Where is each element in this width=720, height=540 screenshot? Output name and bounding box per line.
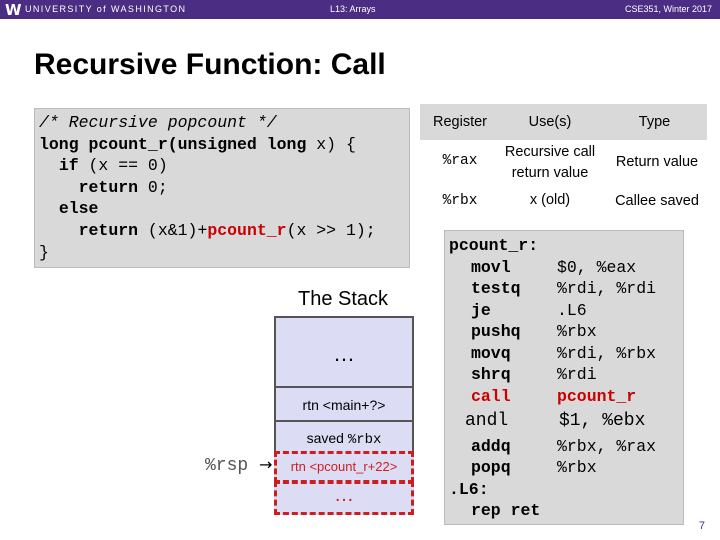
code-comment: /* Recursive popcount */ bbox=[39, 113, 277, 132]
code-token: 0; bbox=[138, 178, 168, 197]
stack-title: The Stack bbox=[298, 288, 389, 310]
table-cell-use: Recursive call bbox=[504, 144, 596, 160]
asm-op: movl bbox=[471, 258, 511, 277]
university-name: UNIVERSITY of WASHINGTON bbox=[25, 4, 187, 14]
asm-op: addq bbox=[471, 437, 511, 456]
code-token-call: pcount_r bbox=[207, 221, 287, 240]
table-cell-use: return value bbox=[511, 165, 589, 181]
rsp-label: %rsp bbox=[205, 456, 249, 476]
table-header-type: Type bbox=[638, 114, 671, 130]
asm-label: .L6: bbox=[449, 480, 489, 499]
code-line-return0: return 0; bbox=[39, 178, 168, 197]
asm-args: %rbx bbox=[557, 322, 597, 341]
asm-args: $1, %ebx bbox=[559, 411, 646, 431]
asm-op: movq bbox=[471, 344, 511, 363]
asm-args: %rdi bbox=[557, 365, 597, 384]
rsp-pointer: %rsp → bbox=[205, 455, 272, 476]
asm-op: shrq bbox=[471, 365, 511, 384]
stack-cell-reg: %rbx bbox=[347, 432, 382, 448]
code-token: (x&1)+ bbox=[138, 221, 208, 240]
asm-op: je bbox=[471, 301, 491, 320]
asm-op-call: call bbox=[471, 387, 511, 406]
table-cell-reg: %rax bbox=[442, 153, 478, 169]
table-cell-reg: %rbx bbox=[442, 193, 478, 209]
asm-op: popq bbox=[471, 458, 511, 477]
code-line-close: } bbox=[39, 243, 49, 262]
asm-op: rep ret bbox=[471, 501, 541, 520]
arrow-right-icon: → bbox=[259, 455, 273, 474]
code-token: x) { bbox=[306, 135, 356, 154]
code-token: else bbox=[58, 199, 99, 218]
assembly-box: pcount_r: movl $0, %eax testq %rdi, %rdi… bbox=[444, 230, 684, 525]
table-header-register: Register bbox=[433, 114, 487, 130]
page-number: 7 bbox=[698, 520, 705, 532]
code-line-if: if (x == 0) bbox=[39, 156, 168, 175]
asm-args: %rbx, %rax bbox=[557, 437, 657, 456]
code-token: if bbox=[58, 156, 79, 175]
code-token: return bbox=[78, 221, 139, 240]
header-bar: W UNIVERSITY of WASHINGTON L13: Arrays C… bbox=[0, 0, 720, 19]
stack-cell-rtn-pcount: rtn <pcount_r+22> bbox=[274, 451, 414, 483]
asm-args: %rdi, %rbx bbox=[557, 344, 657, 363]
asm-args: %rdi, %rdi bbox=[557, 279, 657, 298]
table-header-uses: Use(s) bbox=[528, 114, 572, 130]
code-token: (x >> 1); bbox=[286, 221, 376, 240]
uw-logo-icon: W bbox=[5, 1, 22, 19]
code-line-else: else bbox=[39, 199, 99, 218]
slide-title: Recursive Function: Call bbox=[34, 48, 386, 81]
code-token: return bbox=[78, 178, 139, 197]
asm-args-call: pcount_r bbox=[557, 387, 637, 406]
code-line-signature: long pcount_r(unsigned long x) { bbox=[39, 135, 356, 154]
asm-args: .L6 bbox=[557, 301, 587, 320]
asm-op: pushq bbox=[471, 322, 521, 341]
asm-args: $0, %eax bbox=[557, 258, 637, 277]
stack-cell-text: saved bbox=[306, 430, 348, 446]
stack-cell-saved-rbx: saved %rbx bbox=[274, 420, 414, 454]
stack-cell-ellipsis-bottom: … bbox=[274, 481, 414, 515]
asm-op: testq bbox=[471, 279, 521, 298]
table-cell-use: x (old) bbox=[529, 192, 571, 208]
lecture-label: L13: Arrays bbox=[330, 4, 376, 14]
c-code-box: /* Recursive popcount */ long pcount_r(u… bbox=[34, 108, 410, 268]
code-token: long pcount_r(unsigned long bbox=[39, 135, 307, 154]
code-line-return-rec: return (x&1)+pcount_r(x >> 1); bbox=[39, 221, 376, 240]
asm-label: pcount_r: bbox=[449, 236, 539, 255]
stack-cell-rtn-main: rtn <main+?> bbox=[274, 386, 414, 422]
stack-cell-ellipsis-top: … bbox=[274, 316, 414, 388]
table-cell-type: Return value bbox=[615, 154, 699, 170]
code-token: (x == 0) bbox=[78, 156, 168, 175]
asm-args: %rbx bbox=[557, 458, 597, 477]
table-cell-type: Callee saved bbox=[615, 193, 699, 209]
course-label: CSE351, Winter 2017 bbox=[624, 4, 712, 14]
asm-op: andl bbox=[465, 411, 509, 431]
